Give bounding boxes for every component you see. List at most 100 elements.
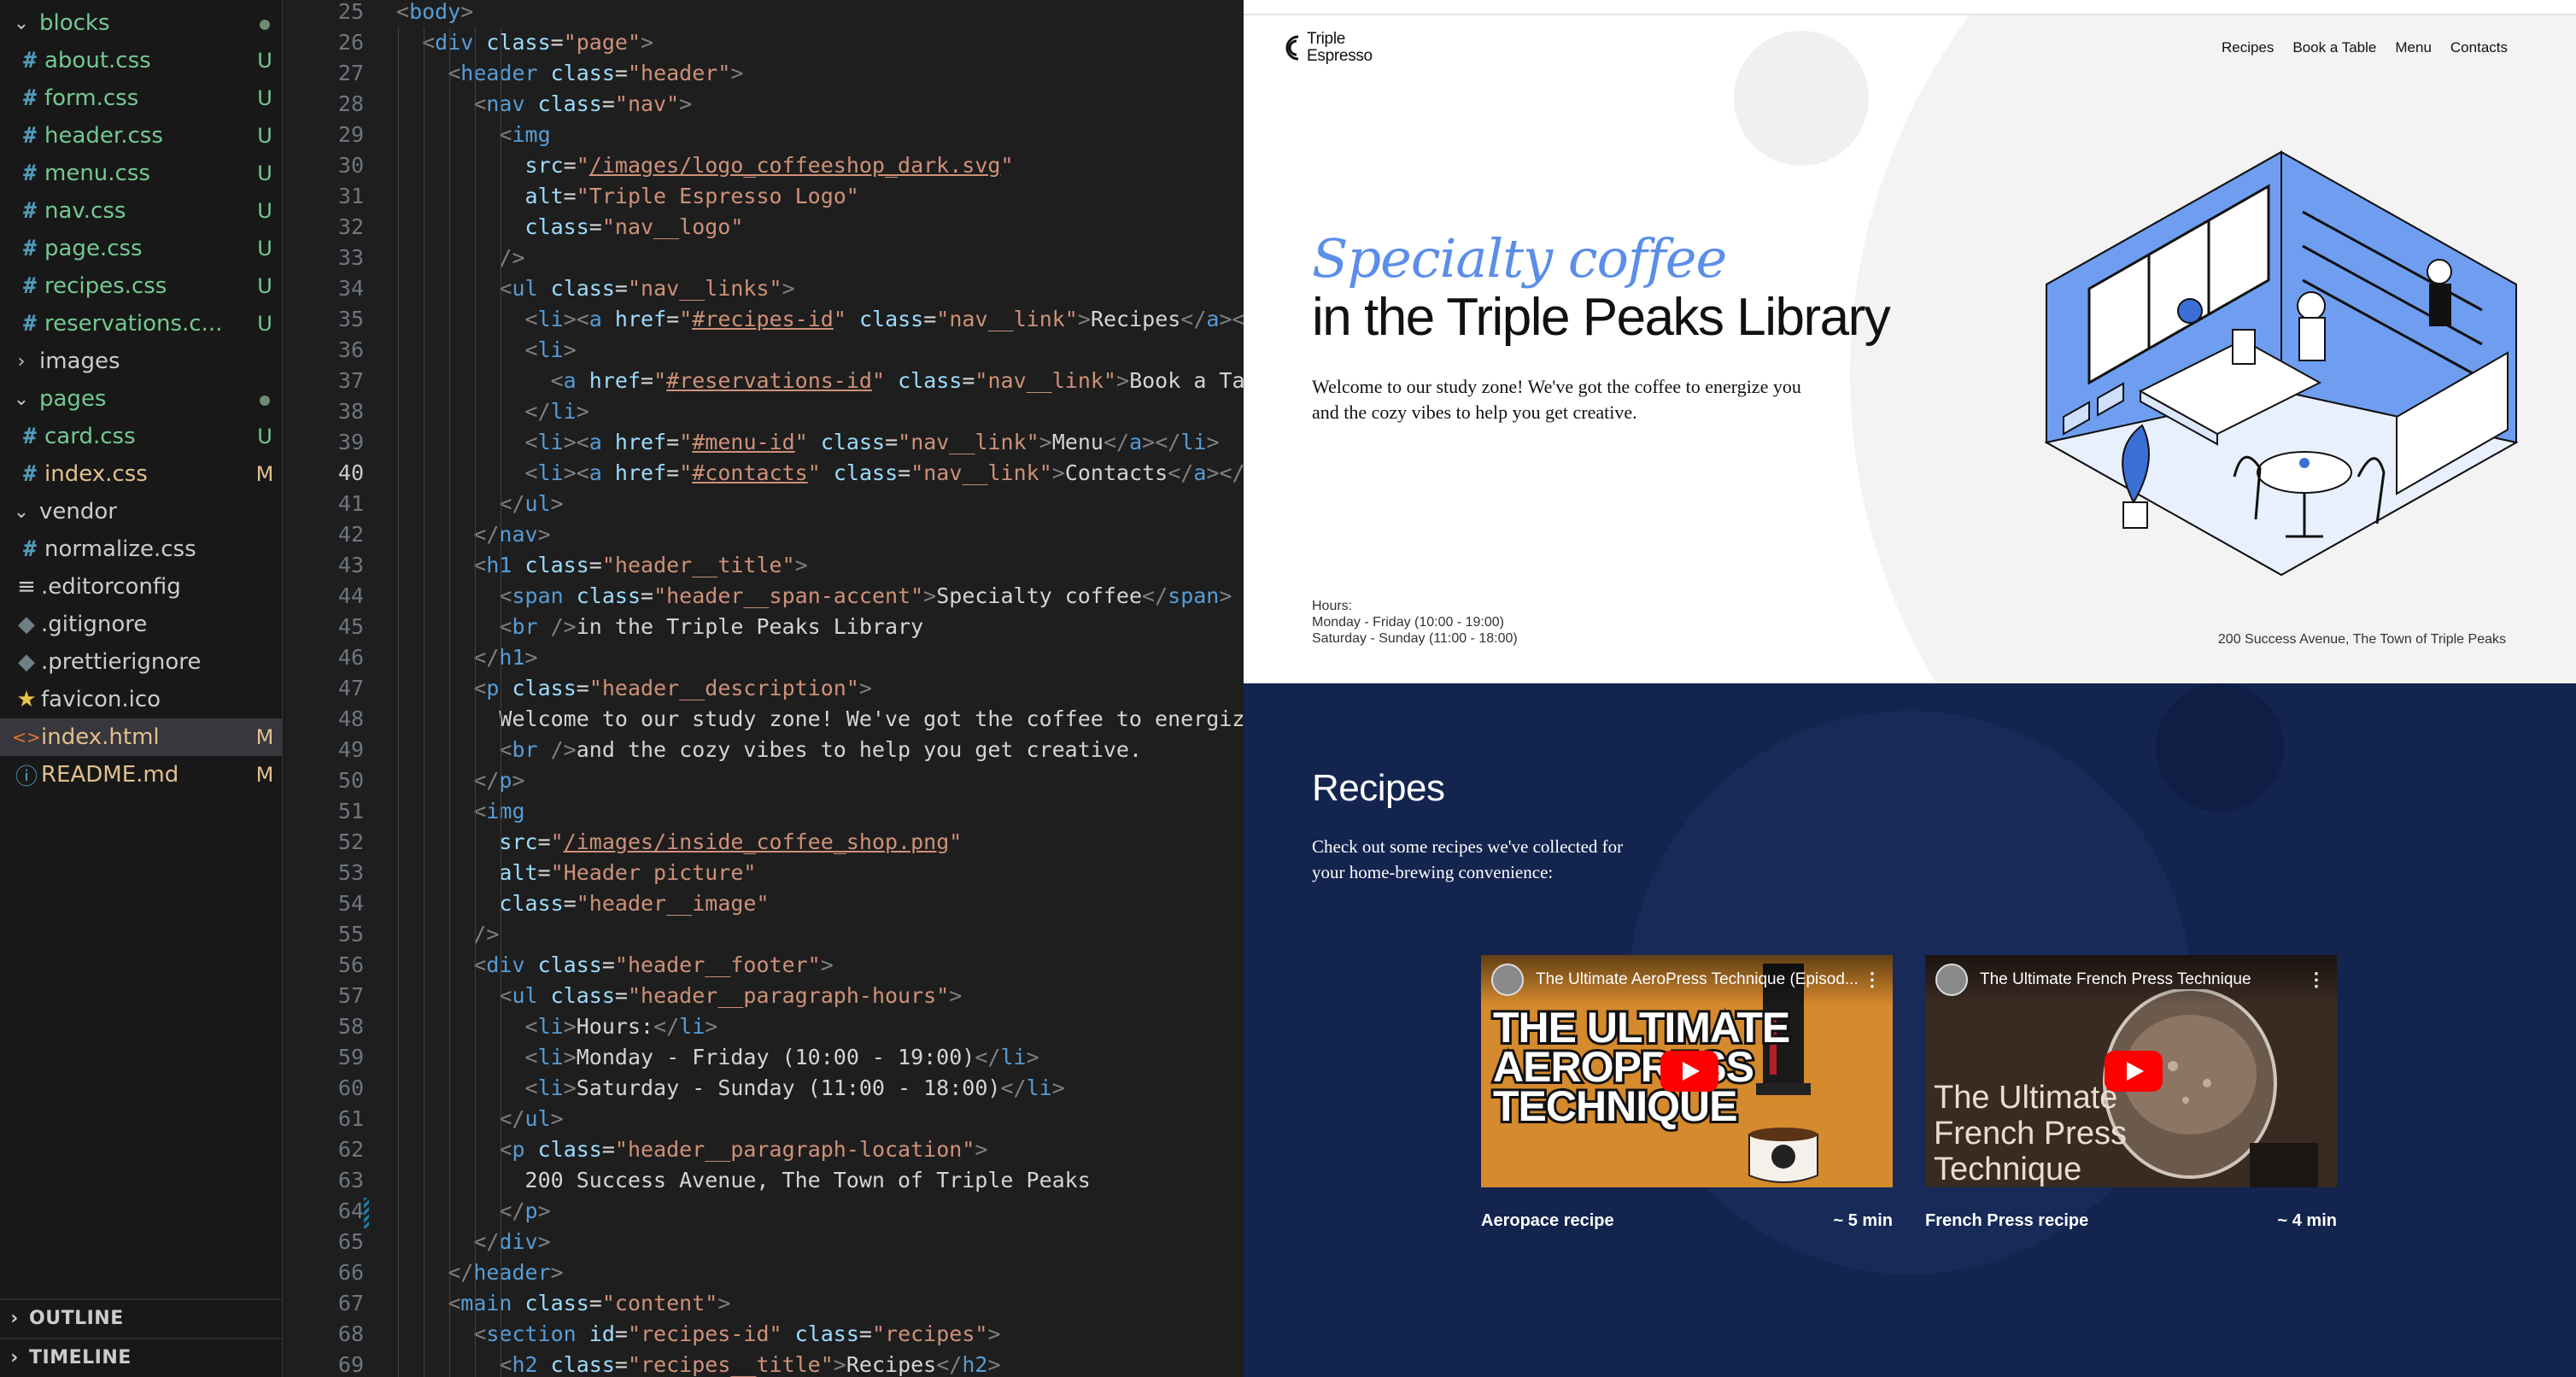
code-line[interactable]: <li><a href="#menu-id" class="nav__link"… bbox=[396, 427, 1220, 458]
file-item[interactable]: ⓘ README.md M bbox=[0, 756, 282, 794]
code-token: = bbox=[601, 91, 615, 116]
code-line[interactable]: <nav class="nav"> bbox=[396, 89, 692, 120]
file-item[interactable]: ◆ .prettierignore bbox=[0, 643, 282, 681]
code-line[interactable]: <p class="header__paragraph-location"> bbox=[396, 1134, 987, 1165]
code-line[interactable]: <h2 class="recipes__title">Recipes</h2> bbox=[396, 1350, 1000, 1377]
code-line[interactable]: </p> bbox=[396, 1196, 550, 1227]
nav-link-menu[interactable]: Menu bbox=[2395, 39, 2432, 56]
code-token: and the cozy vibes to help you get creat… bbox=[576, 737, 1142, 762]
code-line[interactable]: src="/images/logo_coffeeshop_dark.svg" bbox=[396, 150, 1014, 181]
code-line[interactable]: src="/images/inside_coffee_shop.png" bbox=[396, 827, 962, 858]
code-line[interactable]: </div> bbox=[396, 1227, 550, 1257]
file-item[interactable]: # normalize.css bbox=[0, 530, 282, 568]
timeline-section[interactable]: › TIMELINE bbox=[0, 1338, 282, 1375]
code-line[interactable]: </h1> bbox=[396, 642, 537, 673]
code-line[interactable]: alt="Header picture" bbox=[396, 858, 756, 888]
channel-avatar[interactable] bbox=[1491, 964, 1524, 996]
code-line[interactable]: </header> bbox=[396, 1257, 563, 1288]
file-item[interactable]: # form.css U bbox=[0, 79, 282, 117]
folder-item[interactable]: ⌄ blocks bbox=[0, 4, 282, 42]
code-line[interactable]: <li>Saturday - Sunday (11:00 - 18:00)</l… bbox=[396, 1073, 1065, 1104]
file-item[interactable]: ≡ .editorconfig bbox=[0, 568, 282, 606]
code-line[interactable]: </ul> bbox=[396, 1104, 563, 1134]
code-line[interactable]: /> bbox=[396, 919, 499, 950]
code-token: h2 bbox=[962, 1352, 988, 1377]
play-button[interactable] bbox=[2105, 1051, 2163, 1092]
file-item[interactable]: # reservations.c... U bbox=[0, 305, 282, 343]
code-line[interactable]: <div class="header__footer"> bbox=[396, 950, 834, 981]
file-item[interactable]: <> index.html M bbox=[0, 718, 282, 756]
file-item[interactable]: # recipes.css U bbox=[0, 267, 282, 305]
code-line[interactable]: <main class="content"> bbox=[396, 1288, 730, 1319]
code-line[interactable]: <ul class="header__paragraph-hours"> bbox=[396, 981, 962, 1011]
code-token: > bbox=[1039, 430, 1052, 454]
code-line[interactable]: </nav> bbox=[396, 519, 550, 550]
code-line[interactable]: class="nav__logo" bbox=[396, 212, 744, 243]
video-title[interactable]: The Ultimate French Press Technique bbox=[1980, 970, 2306, 989]
file-item[interactable]: # menu.css U bbox=[0, 155, 282, 192]
file-item[interactable]: # about.css U bbox=[0, 42, 282, 79]
line-number: 65 bbox=[337, 1229, 364, 1254]
code-line[interactable]: <div class="page"> bbox=[396, 27, 653, 58]
code-token: a bbox=[588, 460, 602, 485]
code-line[interactable]: <ul class="nav__links"> bbox=[396, 273, 794, 304]
line-number: 49 bbox=[337, 737, 364, 762]
code-line[interactable]: <img bbox=[396, 796, 524, 827]
nav-link-book-table[interactable]: Book a Table bbox=[2292, 39, 2376, 56]
code-line[interactable]: <li><a href="#contacts" class="nav__link… bbox=[396, 458, 1244, 489]
file-item[interactable]: # card.css U bbox=[0, 418, 282, 455]
video-embed[interactable]: The Ultimate French Press Technique The … bbox=[1925, 955, 2337, 1187]
file-item[interactable]: # nav.css U bbox=[0, 192, 282, 230]
code-line[interactable]: <header class="header"> bbox=[396, 58, 743, 89]
file-item[interactable]: # header.css U bbox=[0, 117, 282, 155]
code-line[interactable]: <li>Monday - Friday (10:00 - 19:00)</li> bbox=[396, 1042, 1039, 1073]
folder-item[interactable]: ⌄ vendor bbox=[0, 493, 282, 530]
code-line[interactable]: <li><a href="#recipes-id" class="nav__li… bbox=[396, 304, 1244, 335]
nav-link-recipes[interactable]: Recipes bbox=[2222, 39, 2274, 56]
code-line[interactable]: <img bbox=[396, 120, 550, 150]
nav-link-contacts[interactable]: Contacts bbox=[2450, 39, 2508, 56]
video-title[interactable]: The Ultimate AeroPress Technique (Episod… bbox=[1536, 970, 1862, 989]
code-line[interactable]: <body> bbox=[396, 0, 473, 27]
file-item[interactable]: ★ favicon.ico bbox=[0, 681, 282, 718]
code-line[interactable]: <h1 class="header__title"> bbox=[396, 550, 807, 581]
file-item[interactable]: # page.css U bbox=[0, 230, 282, 267]
code-line[interactable]: <li>Hours:</li> bbox=[396, 1011, 718, 1042]
folder-item[interactable]: › images bbox=[0, 343, 282, 380]
code-token: > bbox=[1026, 1045, 1039, 1069]
line-number: 29 bbox=[337, 122, 364, 147]
video-embed[interactable]: THE ULTIMATE AEROPRESS TECHNIQUE The Ult… bbox=[1481, 955, 1893, 1187]
more-options-icon[interactable]: ⋮ bbox=[1862, 969, 1882, 991]
play-button[interactable] bbox=[1660, 1051, 1718, 1092]
file-item[interactable]: ◆ .gitignore bbox=[0, 606, 282, 643]
code-line[interactable]: /> bbox=[396, 243, 524, 273]
folder-item[interactable]: ⌄ pages bbox=[0, 380, 282, 418]
code-line[interactable]: alt="Triple Espresso Logo" bbox=[396, 181, 859, 212]
code-line[interactable]: </li> bbox=[396, 396, 589, 427]
code-line[interactable]: <a href="#reservations-id" class="nav__l… bbox=[396, 366, 1244, 396]
recipes-section: Recipes Check out some recipes we've col… bbox=[1244, 683, 2576, 1377]
code-line[interactable]: <span class="header__span-accent">Specia… bbox=[396, 581, 1232, 612]
code-line[interactable]: <section id="recipes-id" class="recipes"… bbox=[396, 1319, 1000, 1350]
code-area[interactable]: <body> <div class="page"> <header class=… bbox=[396, 0, 1244, 1377]
logo[interactable]: Triple Espresso bbox=[1285, 31, 1373, 65]
video-overlay-text: THE ULTIMATE AEROPRESS TECHNIQUE bbox=[1490, 1004, 1793, 1130]
code-line[interactable]: </ul> bbox=[396, 489, 563, 519]
code-token: < bbox=[396, 0, 410, 24]
code-line[interactable]: </p> bbox=[396, 765, 524, 796]
channel-avatar[interactable] bbox=[1935, 964, 1968, 996]
code-token: #recipes-id bbox=[692, 307, 834, 331]
more-options-icon[interactable]: ⋮ bbox=[2306, 969, 2327, 991]
css-file-icon: # bbox=[23, 311, 37, 337]
code-line[interactable]: <p class="header__description"> bbox=[396, 673, 872, 704]
changes-dot-icon bbox=[248, 11, 282, 35]
code-editor[interactable]: 25 26 27 28 29 30 31 32 33 34 35 36 37 38 39 40 41 42 43 44… bbox=[285, 0, 1244, 1377]
code-token: ul bbox=[524, 491, 551, 516]
code-line[interactable]: class="header__image" bbox=[396, 888, 769, 919]
file-item[interactable]: # index.css M bbox=[0, 455, 282, 493]
code-line[interactable]: Welcome to our study zone! We've got the… bbox=[396, 704, 1244, 735]
git-status-badge: U bbox=[257, 312, 272, 336]
code-line[interactable]: <br />and the cozy vibes to help you get… bbox=[396, 735, 1142, 765]
outline-section[interactable]: › OUTLINE bbox=[0, 1298, 282, 1336]
code-token: p bbox=[524, 1198, 538, 1223]
